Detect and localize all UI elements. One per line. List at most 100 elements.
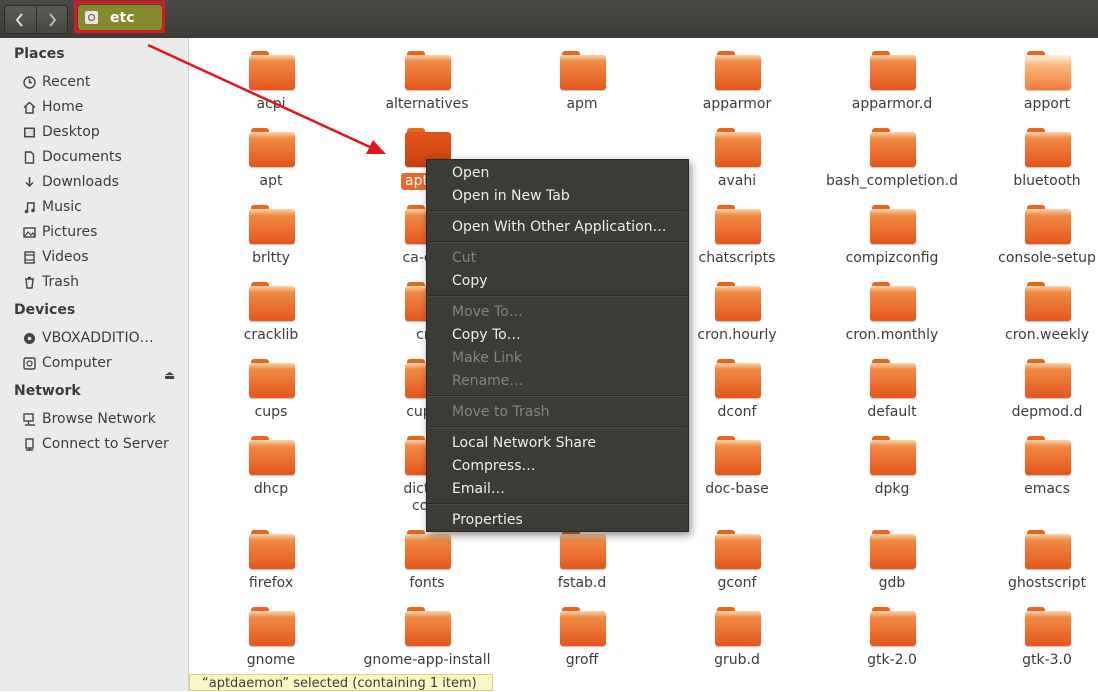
folder-name: gconf — [717, 575, 757, 591]
sidebar-item-desktop[interactable]: Desktop — [22, 121, 184, 143]
folder-name: ghostscript — [1007, 575, 1087, 591]
menu-item-copy-to[interactable]: Copy To… — [452, 326, 521, 344]
chevron-right-icon — [48, 12, 57, 27]
folder-name: cups — [254, 404, 288, 420]
folder-item[interactable]: dpkg — [822, 423, 962, 497]
folder-item[interactable]: acpi — [201, 38, 341, 112]
desktop-icon — [22, 125, 36, 139]
sidebar-item-recent[interactable]: Recent — [22, 71, 184, 93]
folder-item[interactable]: dhcp — [201, 423, 341, 497]
folder-icon — [249, 128, 295, 168]
sidebar-item-label: VBOXADDITIO… — [42, 330, 154, 346]
network-heading: Network — [14, 383, 81, 399]
folder-name: gtk-3.0 — [1022, 652, 1072, 668]
folder-item[interactable]: cron.weekly — [977, 269, 1098, 343]
folder-name: groff — [565, 652, 599, 668]
folder-item[interactable]: gdb — [822, 517, 962, 591]
menu-item-open[interactable]: Open — [452, 164, 489, 182]
menu-separator — [428, 295, 687, 297]
folder-icon — [560, 530, 606, 570]
folder-item[interactable]: alternatives — [357, 38, 497, 112]
folder-item[interactable]: console-setup — [977, 192, 1098, 266]
folder-item[interactable]: bash_completion.d — [822, 115, 962, 189]
folder-item[interactable]: groff — [512, 594, 652, 668]
folder-name: apparmor — [702, 96, 772, 112]
folder-item[interactable]: apport — [977, 38, 1098, 112]
folder-item[interactable]: firefox — [201, 517, 341, 591]
folder-item[interactable]: default — [822, 346, 962, 420]
sidebar-item-label: Browse Network — [42, 411, 156, 427]
folder-item[interactable]: emacs — [977, 423, 1098, 497]
sidebar-item-label: Pictures — [42, 224, 98, 240]
folder-icon — [1025, 359, 1071, 399]
sidebar-item-computer[interactable]: Computer — [22, 352, 184, 374]
status-bar: “aptdaemon” selected (containing 1 item) — [189, 674, 493, 691]
folder-item[interactable]: apparmor — [667, 38, 807, 112]
menu-item-make-link: Make Link — [452, 350, 522, 366]
sidebar-item-downloads[interactable]: Downloads — [22, 171, 184, 193]
folder-item[interactable]: depmod.d — [977, 346, 1098, 420]
sidebar-item-documents[interactable]: Documents — [22, 146, 184, 168]
menu-item-rename: Rename… — [452, 373, 524, 389]
menu-item-local-network-share[interactable]: Local Network Share — [452, 434, 596, 452]
navigation-buttons — [4, 5, 68, 34]
folder-item[interactable]: compizconfig — [822, 192, 962, 266]
folder-icon — [715, 530, 761, 570]
menu-item-open-with[interactable]: Open With Other Application… — [452, 218, 667, 236]
sidebar-item-music[interactable]: Music — [22, 196, 184, 218]
folder-icon — [715, 359, 761, 399]
folder-name: dpkg — [874, 481, 910, 497]
back-button[interactable] — [5, 6, 36, 33]
folder-item[interactable]: cups — [201, 346, 341, 420]
folder-icon — [249, 607, 295, 647]
sidebar-item-vboxadditions[interactable]: VBOXADDITIO… — [22, 327, 184, 349]
menu-item-copy[interactable]: Copy — [452, 272, 488, 290]
folder-item[interactable]: gnome-app-install — [357, 594, 497, 668]
folder-item[interactable]: bluetooth — [977, 115, 1098, 189]
folder-icon — [715, 51, 761, 91]
annotation-highlight-box — [74, 1, 165, 33]
folder-item[interactable]: apm — [512, 38, 652, 112]
folder-name: gtk-2.0 — [867, 652, 917, 668]
sidebar-item-trash[interactable]: Trash — [22, 271, 184, 293]
folder-item[interactable]: cron.monthly — [822, 269, 962, 343]
folder-icon — [870, 51, 916, 91]
folder-item[interactable]: gtk-3.0 — [977, 594, 1098, 668]
folder-item[interactable]: apt — [201, 115, 341, 189]
folder-name: apport — [1023, 96, 1071, 112]
folder-name: gnome-app-install — [363, 652, 491, 668]
menu-item-compress[interactable]: Compress… — [452, 457, 536, 475]
home-icon — [22, 100, 36, 114]
folder-name: grub.d — [714, 652, 760, 668]
folder-item[interactable]: apparmor.d — [822, 38, 962, 112]
sidebar-item-pictures[interactable]: Pictures — [22, 221, 184, 243]
forward-button[interactable] — [35, 6, 68, 33]
sidebar-item-videos[interactable]: Videos — [22, 246, 184, 268]
folder-icon — [405, 530, 451, 570]
sidebar-item-connect-to-server[interactable]: Connect to Server — [22, 433, 184, 455]
folder-icon — [1025, 436, 1071, 476]
menu-item-open-new-tab[interactable]: Open in New Tab — [452, 187, 570, 205]
folder-item[interactable]: grub.d — [667, 594, 807, 668]
folder-icon — [715, 128, 761, 168]
sidebar-item-label: Music — [42, 199, 82, 215]
chevron-left-icon — [15, 12, 24, 27]
folder-name: bash_completion.d — [825, 173, 959, 189]
sidebar-item-home[interactable]: Home — [22, 96, 184, 118]
folder-icon — [870, 607, 916, 647]
folder-item[interactable]: ghostscript — [977, 517, 1098, 591]
folder-name: compizconfig — [845, 250, 939, 266]
menu-item-properties[interactable]: Properties — [452, 511, 523, 529]
folder-item[interactable]: brltty — [201, 192, 341, 266]
folder-icon — [249, 436, 295, 476]
folder-item[interactable]: gnome — [201, 594, 341, 668]
menu-item-email[interactable]: Email… — [452, 480, 505, 498]
folder-name: fonts — [409, 575, 445, 591]
sidebar-item-browse-network[interactable]: Browse Network — [22, 408, 184, 430]
folder-item[interactable]: cracklib — [201, 269, 341, 343]
folder-item[interactable]: gtk-2.0 — [822, 594, 962, 668]
sidebar-item-label: Home — [42, 99, 84, 115]
folder-icon — [249, 530, 295, 570]
sidebar-item-label: Downloads — [42, 174, 119, 190]
folder-name: depmod.d — [1011, 404, 1083, 420]
